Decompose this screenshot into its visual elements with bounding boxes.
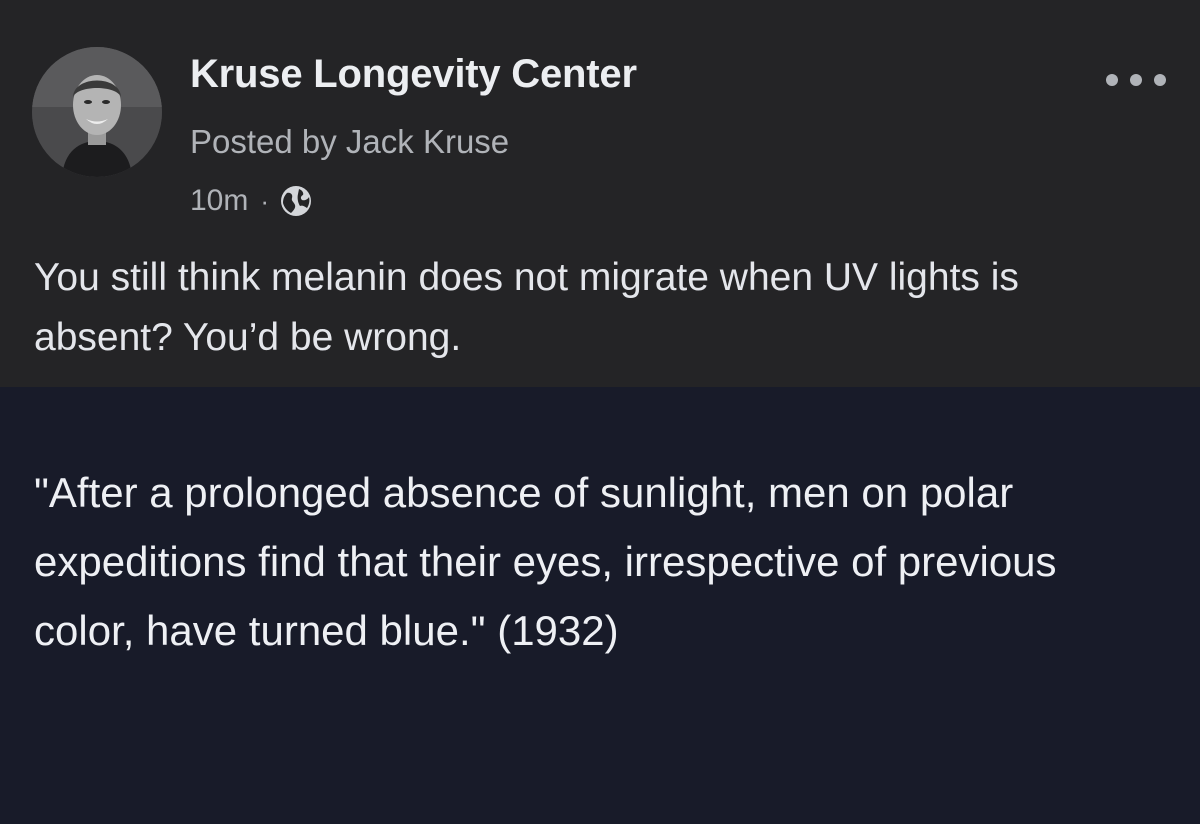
more-options-dot xyxy=(1130,74,1142,86)
quote-text: "After a prolonged absence of sunlight, … xyxy=(34,469,1057,654)
meta-separator: · xyxy=(260,185,270,216)
avatar-photo xyxy=(32,47,162,177)
more-options-dot xyxy=(1154,74,1166,86)
more-options-icon xyxy=(1106,74,1118,86)
post-meta: 10m · xyxy=(190,181,313,221)
post-card: Kruse Longevity Center Posted by Jack Kr… xyxy=(0,0,1200,824)
posted-by-author[interactable]: Posted by Jack Kruse xyxy=(190,123,509,161)
avatar[interactable] xyxy=(32,47,162,177)
post-timestamp[interactable]: 10m xyxy=(190,184,248,218)
post-body-text: You still think melanin does not migrate… xyxy=(34,256,1019,359)
more-options-button[interactable] xyxy=(1106,62,1166,98)
globe-icon xyxy=(279,184,313,218)
page-name-link[interactable]: Kruse Longevity Center xyxy=(190,52,637,97)
